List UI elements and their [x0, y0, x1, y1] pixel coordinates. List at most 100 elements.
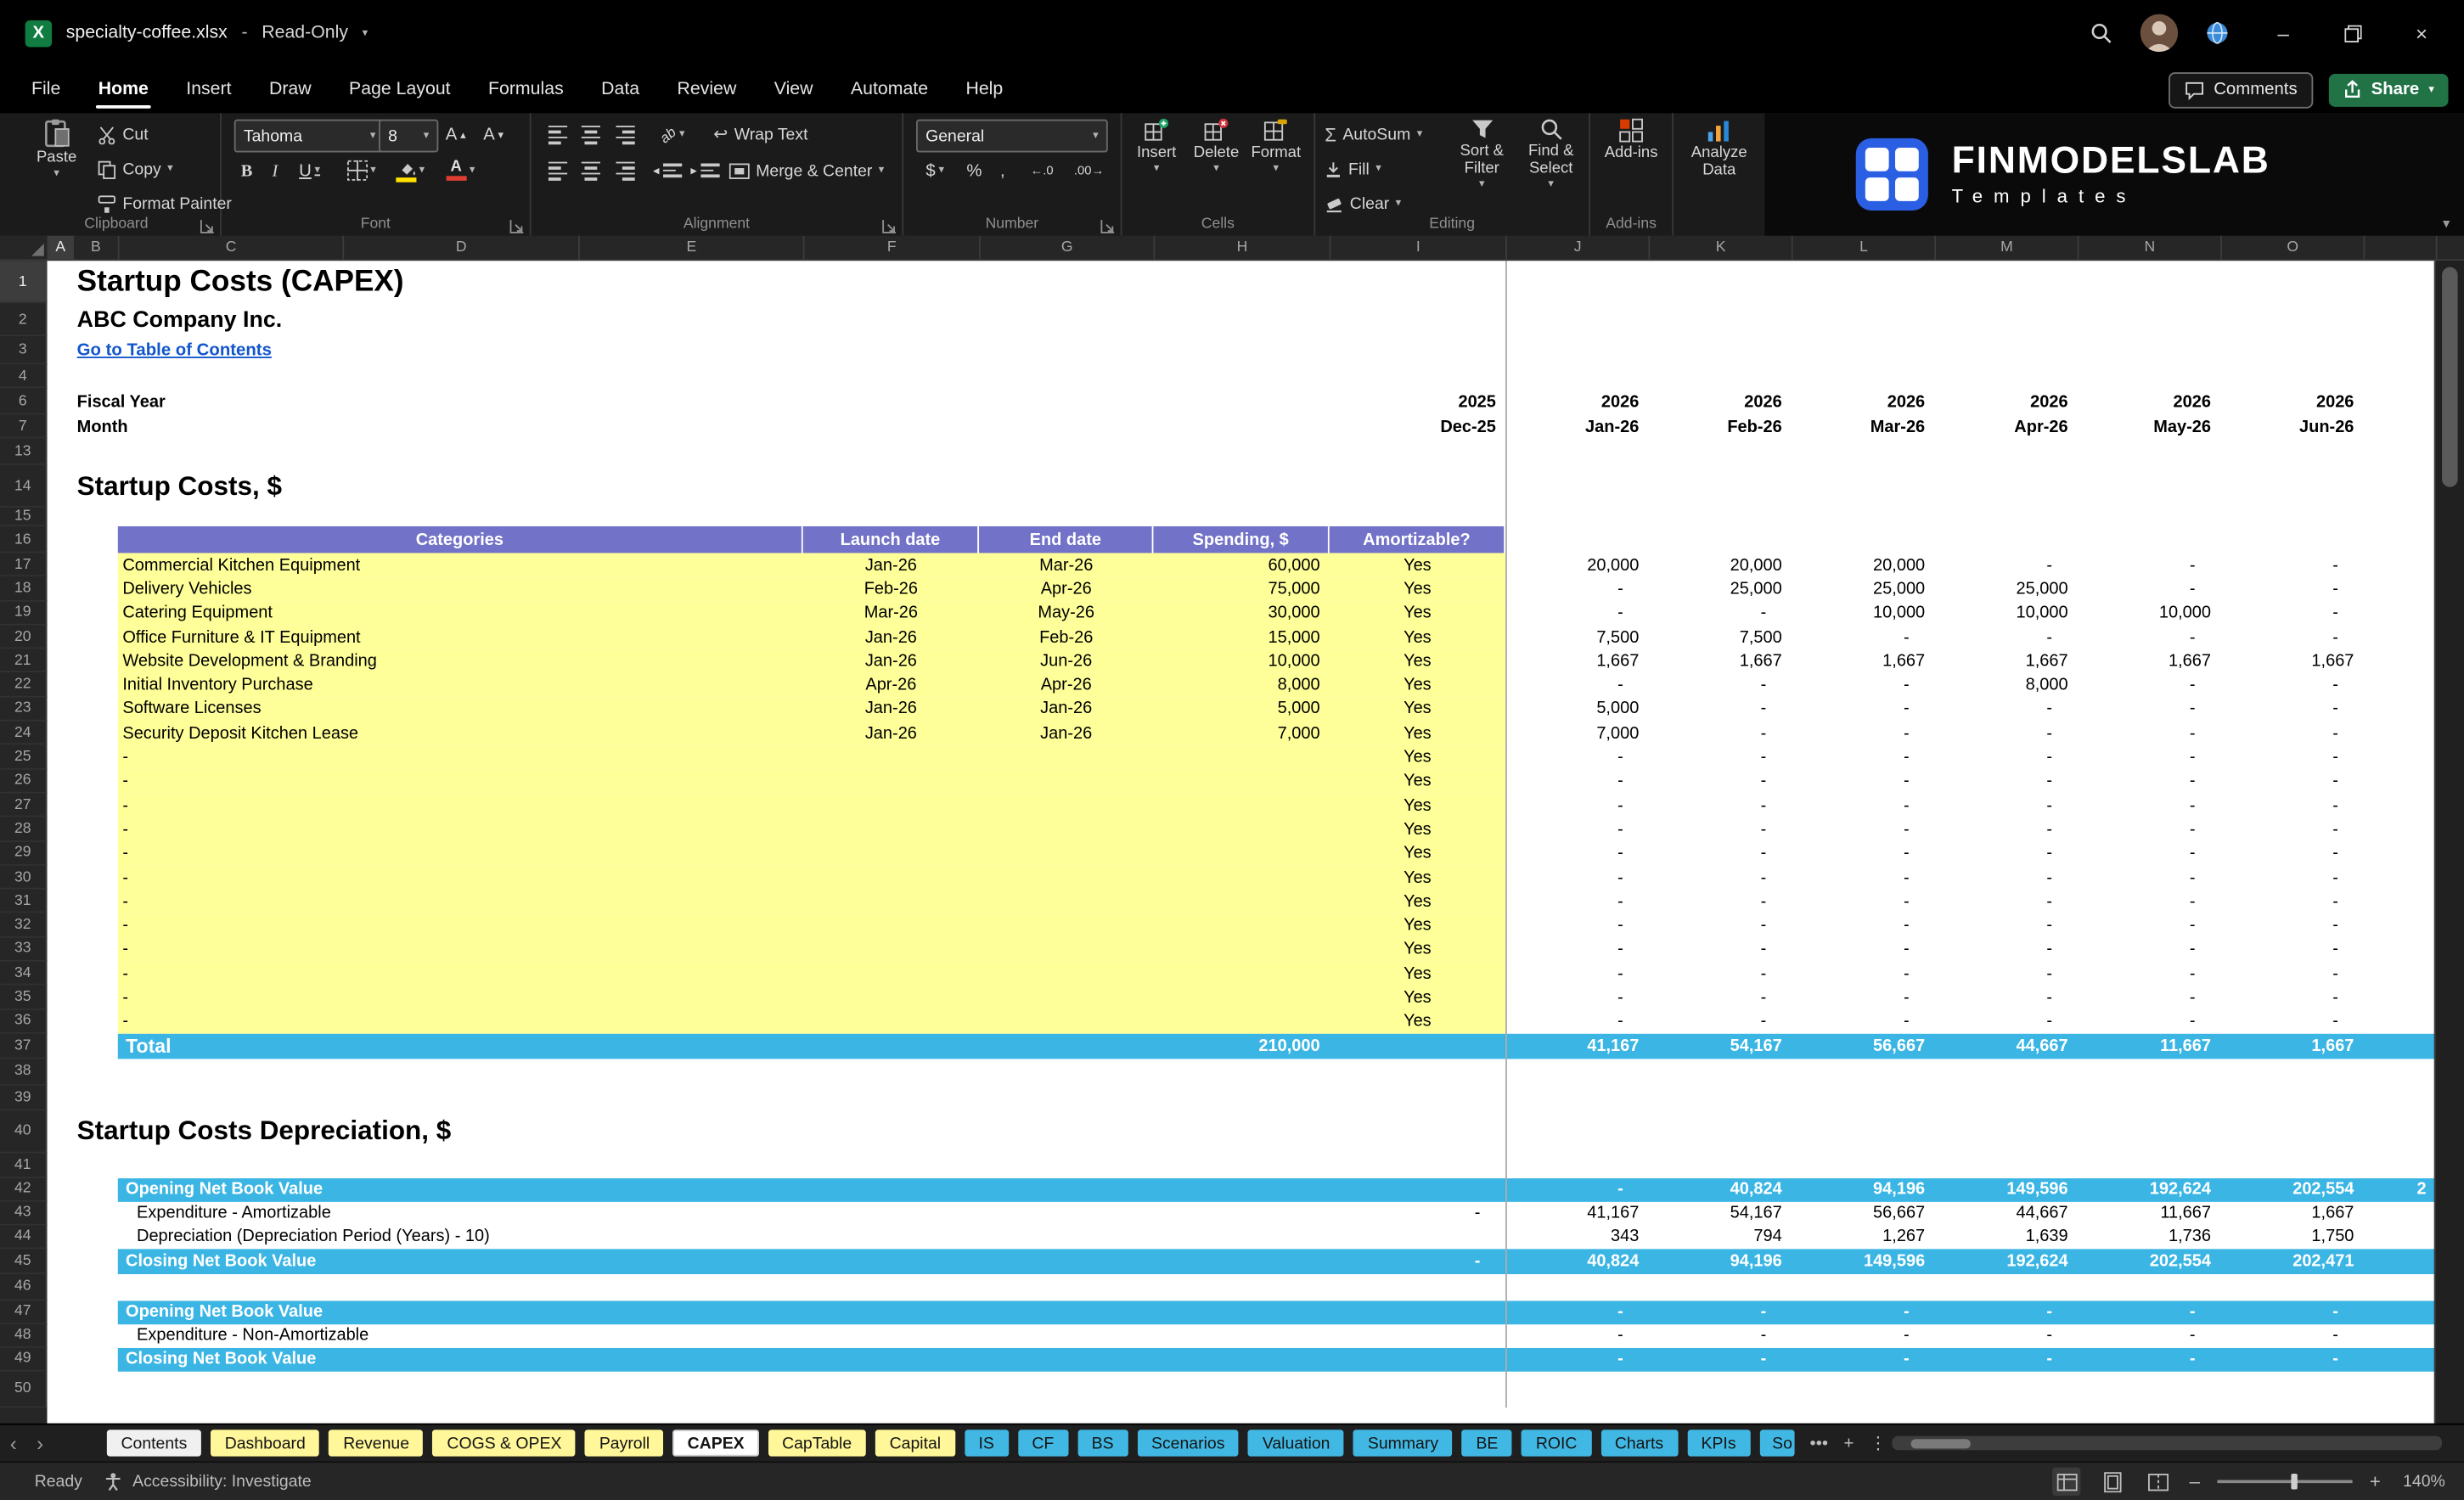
cell-N33[interactable]: - — [2078, 937, 2220, 961]
cell-G19[interactable]: May-26 — [979, 601, 1153, 625]
percent-style-button[interactable]: % — [960, 155, 988, 185]
zoom-slider-thumb[interactable] — [2291, 1474, 2298, 1490]
cell-C32[interactable]: - — [118, 913, 803, 937]
increase-font-size-button[interactable]: A ▴ — [438, 120, 473, 149]
cell-O47[interactable]: - — [2220, 1301, 2363, 1324]
cell-O19[interactable]: - — [2220, 601, 2363, 625]
row-header-42[interactable]: 42 — [0, 1177, 48, 1202]
cell-K6[interactable]: 2026 — [1648, 388, 1791, 414]
column-header-J[interactable]: J — [1506, 235, 1651, 260]
cell-C18[interactable]: Delivery Vehicles — [118, 577, 803, 601]
cell-K21[interactable]: 1,667 — [1648, 649, 1791, 673]
cell-I28[interactable]: Yes — [1330, 817, 1505, 841]
row-header-19[interactable]: 19 — [0, 601, 48, 626]
cell-J42[interactable]: - — [1505, 1178, 1648, 1202]
cell-L34[interactable]: - — [1792, 962, 1934, 986]
cell-L44[interactable]: 1,267 — [1792, 1225, 1934, 1249]
cell-K25[interactable]: - — [1648, 745, 1791, 769]
cell-F23[interactable]: Jan-26 — [803, 697, 979, 721]
cell-C26[interactable]: - — [118, 769, 803, 793]
cell-N23[interactable]: - — [2078, 697, 2220, 721]
tabs-scroll-right-icon[interactable]: › — [26, 1431, 53, 1455]
column-header-L[interactable]: L — [1792, 235, 1937, 260]
cell-L47[interactable]: - — [1792, 1301, 1934, 1324]
number-format-combo[interactable]: General ▾ — [915, 119, 1108, 153]
addins-button[interactable]: Add-ins — [1596, 118, 1665, 162]
cell-L33[interactable]: - — [1792, 937, 1934, 961]
sheet-tab-cf[interactable]: CF — [1017, 1430, 1068, 1457]
cell-N34[interactable]: - — [2078, 962, 2220, 986]
menu-tab-page-layout[interactable]: Page Layout — [349, 66, 451, 114]
cell-O20[interactable]: - — [2220, 625, 2363, 649]
cell-G21[interactable]: Jun-26 — [979, 649, 1153, 673]
cell-C34[interactable]: - — [118, 962, 803, 986]
cell-M44[interactable]: 1,639 — [1934, 1225, 2077, 1249]
increase-decimal-button[interactable]: ←.0 — [1020, 155, 1064, 185]
cell-I43[interactable]: - — [1330, 1202, 1505, 1226]
cell-I32[interactable]: Yes — [1330, 913, 1505, 937]
cell-G22[interactable]: Apr-26 — [979, 673, 1153, 697]
cell-C20[interactable]: Office Furniture & IT Equipment — [118, 625, 803, 649]
cell-K31[interactable]: - — [1648, 890, 1791, 913]
row-header-15[interactable]: 15 — [0, 507, 48, 527]
row-header-4[interactable]: 4 — [0, 364, 48, 389]
cell-J36[interactable]: - — [1505, 1009, 1648, 1033]
cell-I34[interactable]: Yes — [1330, 962, 1505, 986]
menu-tab-draw[interactable]: Draw — [269, 66, 312, 114]
cell-L7[interactable]: Mar-26 — [1792, 415, 1934, 439]
sheet-tab-cogs-opex[interactable]: COGS & OPEX — [432, 1430, 577, 1457]
cell-M35[interactable]: - — [1934, 986, 2077, 1009]
cell-K22[interactable]: - — [1648, 673, 1791, 697]
cell-O7[interactable]: Jun-26 — [2220, 415, 2363, 439]
sheet-tab-roic[interactable]: ROIC — [1522, 1430, 1592, 1457]
cell-M7[interactable]: Apr-26 — [1934, 415, 2077, 439]
cell-I16[interactable]: Amortizable? — [1329, 526, 1506, 553]
cell-I29[interactable]: Yes — [1330, 841, 1505, 865]
cell-J44[interactable]: 343 — [1505, 1225, 1648, 1249]
cell-J25[interactable]: - — [1505, 745, 1648, 769]
menu-tab-file[interactable]: File — [31, 66, 60, 114]
cell-F21[interactable]: Jan-26 — [803, 649, 979, 673]
cell-J49[interactable]: - — [1505, 1348, 1648, 1372]
row-header-20[interactable]: 20 — [0, 625, 48, 649]
cell-G20[interactable]: Feb-26 — [979, 625, 1153, 649]
cell-K19[interactable]: - — [1648, 601, 1791, 625]
merge-center-button[interactable]: Merge & Center ▾ — [729, 155, 884, 185]
cell-B1[interactable]: Startup Costs (CAPEX) — [72, 261, 1505, 303]
cell-O25[interactable]: - — [2220, 745, 2363, 769]
cell-C22[interactable]: Initial Inventory Purchase — [118, 673, 803, 697]
cell-N35[interactable]: - — [2078, 986, 2220, 1009]
restore-button[interactable] — [2326, 6, 2379, 59]
cell-K20[interactable]: 7,500 — [1648, 625, 1791, 649]
vertical-scrollbar-thumb[interactable] — [2442, 267, 2458, 487]
menu-tab-help[interactable]: Help — [965, 66, 1003, 114]
cut-button[interactable]: Cut — [98, 120, 149, 149]
cell-C49[interactable]: Closing Net Book Value — [118, 1348, 1505, 1372]
row-header-36[interactable]: 36 — [0, 1009, 48, 1034]
row-header-6[interactable]: 6 — [0, 388, 48, 415]
new-sheet-button[interactable]: + — [1843, 1434, 1854, 1452]
cell-F18[interactable]: Feb-26 — [803, 577, 979, 601]
cell-J26[interactable]: - — [1505, 769, 1648, 793]
sheet-tab-kpis[interactable]: KPIs — [1686, 1430, 1751, 1457]
user-avatar[interactable] — [2140, 14, 2179, 53]
tabs-scroll-left-icon[interactable]: ‹ — [0, 1431, 26, 1455]
column-header-G[interactable]: G — [980, 235, 1156, 260]
column-header-K[interactable]: K — [1650, 235, 1793, 260]
cell-J29[interactable]: - — [1505, 841, 1648, 865]
cell-L42[interactable]: 94,196 — [1792, 1178, 1934, 1202]
cell-J33[interactable]: - — [1505, 937, 1648, 961]
row-header-17[interactable]: 17 — [0, 553, 48, 577]
cell-M20[interactable]: - — [1934, 625, 2077, 649]
cell-L36[interactable]: - — [1792, 1009, 1934, 1033]
sheet-tab-is[interactable]: IS — [964, 1430, 1009, 1457]
cell-C27[interactable]: - — [118, 794, 803, 817]
align-right-button[interactable] — [610, 155, 638, 185]
cell-B2[interactable]: ABC Company Inc. — [72, 303, 1505, 336]
font-size-combo[interactable]: 8 ▾ — [379, 119, 439, 153]
cell-K29[interactable]: - — [1648, 841, 1791, 865]
tab-overflow-button[interactable]: ••• — [1810, 1434, 1828, 1452]
cell-J30[interactable]: - — [1505, 866, 1648, 890]
cell-K44[interactable]: 794 — [1648, 1225, 1791, 1249]
paste-button[interactable]: Paste ▾ — [25, 118, 88, 179]
